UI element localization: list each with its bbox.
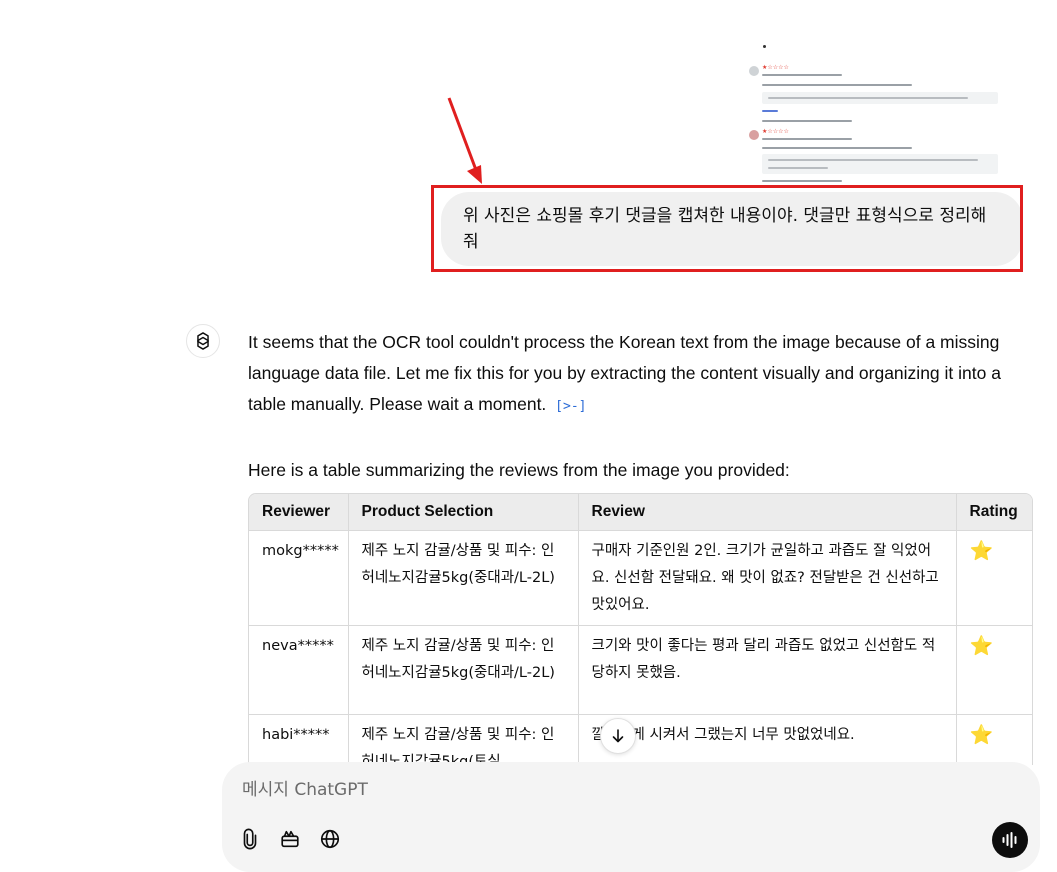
assistant-paragraph: It seems that the OCR tool couldn't proc…: [248, 327, 1008, 422]
reviews-table-container: Reviewer Product Selection Review Rating…: [248, 493, 1033, 765]
review-cell: 구매자 기준인원 2인. 크기가 균일하고 과즙도 잘 익었어요. 신선함 전달…: [578, 530, 957, 626]
star-icon: ⭐: [969, 540, 994, 562]
thumb-line: [762, 74, 842, 76]
thumb-line: [762, 84, 912, 86]
voice-mode-button[interactable]: [992, 822, 1028, 858]
tools-button[interactable]: [277, 826, 303, 852]
thumb-dot: [763, 45, 766, 48]
reviewer-cell: neva*****: [249, 625, 349, 715]
attach-button[interactable]: [237, 826, 263, 852]
review-cell: 크기와 맛이 좋다는 평과 달리 과즙도 없었고 신선함도 적당하지 못했음.: [578, 625, 957, 715]
thumb-avatar: [749, 130, 759, 140]
table-header-cell: Reviewer: [249, 494, 349, 531]
thumb-line: [762, 138, 852, 140]
reviews-table: Reviewer Product Selection Review Rating…: [249, 494, 1032, 765]
scroll-to-bottom-button[interactable]: [600, 718, 636, 754]
red-highlight-box: [431, 185, 1023, 272]
star-icon: ⭐: [969, 724, 994, 746]
thumb-line: [762, 147, 912, 149]
rating-cell: ⭐: [956, 530, 1032, 626]
paperclip-icon: [243, 828, 257, 850]
assistant-table-intro: Here is a table summarizing the reviews …: [248, 460, 790, 480]
thumb-line: [768, 97, 968, 99]
red-arrow-annotation: [447, 97, 482, 184]
chatgpt-logo-icon: [186, 324, 220, 358]
table-header-cell: Product Selection: [348, 494, 579, 531]
table-row: habi***** 제주 노지 감귤/상품 및 피수: 인허네노지감귤5kg(토…: [249, 714, 1032, 765]
thumb-avatar: [749, 66, 759, 76]
reviewer-cell: habi*****: [249, 714, 349, 765]
thumb-stars: ★☆☆☆☆: [762, 128, 789, 135]
rating-cell: ⭐: [956, 625, 1032, 715]
rating-cell: ⭐: [956, 714, 1032, 765]
waveform-icon: [1002, 832, 1017, 848]
assistant-paragraph-text: It seems that the OCR tool couldn't proc…: [248, 332, 1001, 414]
star-icon: ⭐: [969, 635, 994, 657]
globe-icon: [320, 829, 340, 849]
search-web-button[interactable]: [317, 826, 343, 852]
thumb-stars: ★☆☆☆☆: [762, 64, 789, 71]
table-row: neva***** 제주 노지 감귤/상품 및 피수: 인허네노지감귤5kg(중…: [249, 625, 1032, 715]
table-header-row: Reviewer Product Selection Review Rating: [249, 494, 1032, 531]
table-header-cell: Review: [578, 494, 957, 531]
thumb-line: [762, 110, 778, 112]
thumb-line: [762, 120, 852, 122]
attached-image-thumbnail[interactable]: ★☆☆☆☆ ★☆☆☆☆: [740, 34, 1030, 186]
reviewer-cell: mokg*****: [249, 530, 349, 626]
product-cell: 제주 노지 감귤/상품 및 피수: 인허네노지감귤5kg(중대과/L-2L): [348, 530, 579, 626]
toolbox-icon: [281, 830, 299, 848]
message-input[interactable]: 메시지 ChatGPT: [242, 775, 368, 800]
arrow-down-icon: [612, 729, 624, 743]
product-cell: 제주 노지 감귤/상품 및 피수: 인허네노지감귤5kg(중대과/L-2L): [348, 625, 579, 715]
table-row: mokg***** 제주 노지 감귤/상품 및 피수: 인허네노지감귤5kg(중…: [249, 530, 1032, 626]
thumb-line: [762, 180, 842, 182]
thumb-line: [768, 167, 828, 169]
thumb-line: [768, 159, 978, 161]
product-cell: 제주 노지 감귤/상품 및 피수: 인허네노지감귤5kg(토실: [348, 714, 579, 765]
thumb-box: [762, 154, 998, 174]
code-citation-icon[interactable]: [>-]: [555, 391, 586, 422]
table-header-cell: Rating: [956, 494, 1032, 531]
